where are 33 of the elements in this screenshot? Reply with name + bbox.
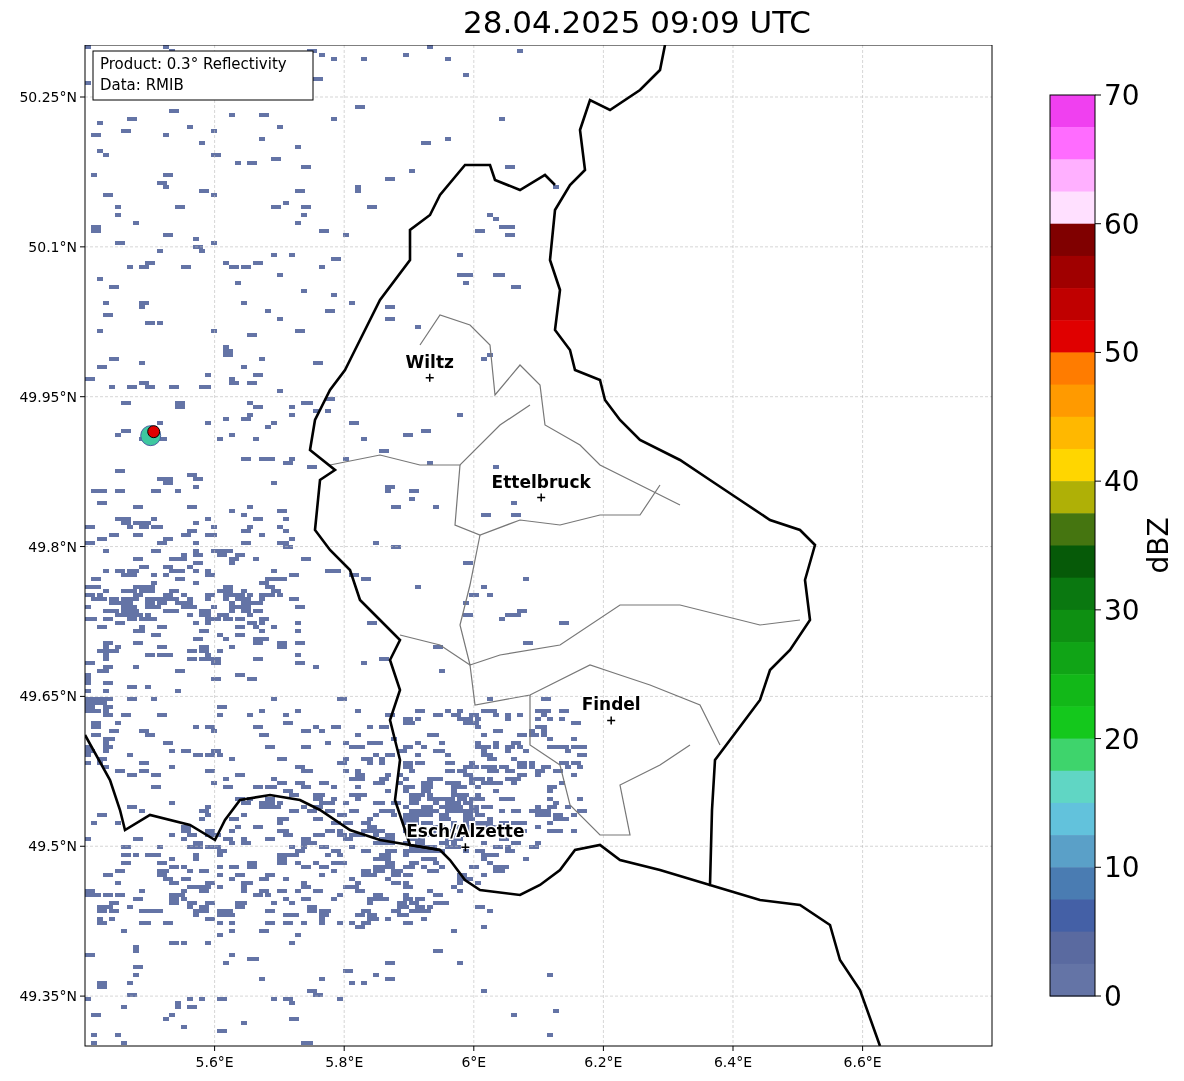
info-text: Data: RMIB (100, 76, 184, 94)
colorbar-tick-label: 70 (1104, 79, 1140, 112)
x-tick-label: 6°E (461, 1054, 487, 1070)
colorbar-tick-label: 60 (1104, 207, 1140, 241)
city-marker-icon (425, 372, 435, 383)
x-tick-label: 6.4°E (713, 1054, 753, 1070)
x-tick-label: 6.2°E (584, 1054, 623, 1070)
y-tick-label: 49.8°N (28, 538, 77, 555)
info-text: Product: 0.3° Reflectivity (100, 55, 287, 73)
y-tick-label: 50.1°N (28, 238, 77, 255)
colorbar-tick-label: 40 (1104, 465, 1140, 499)
colorbar-tick-label: 50 (1104, 336, 1140, 370)
y-tick-label: 49.65°N (19, 688, 77, 705)
city-label: Findel (581, 694, 641, 715)
colorbar-label: dBZ (1142, 517, 1175, 574)
y-tick-label: 50.25°N (19, 89, 77, 105)
colorbar-tick-label: 0 (1104, 980, 1122, 1013)
colorbar-tick-label: 20 (1104, 722, 1140, 756)
city-marker-icon (606, 715, 616, 726)
y-tick-label: 49.5°N (28, 838, 77, 855)
plot-title: 28.04.2025 09:09 UTC (463, 7, 811, 38)
colorbar-tick-label: 30 (1104, 593, 1140, 627)
city-marker-icon (460, 842, 471, 852)
x-tick-label: 6.6°E (843, 1054, 882, 1070)
x-tick-label: 5.6°E (195, 1054, 234, 1070)
radar-site-icon (140, 425, 162, 447)
city-marker-icon (536, 492, 546, 503)
y-tick-label: 49.35°N (19, 988, 77, 1005)
colorbar-tick-label: 10 (1104, 851, 1140, 885)
city-label: Wiltz (405, 351, 454, 372)
y-tick-label: 49.95°N (19, 388, 77, 405)
city-label: Ettelbruck (491, 471, 591, 492)
x-tick-label: 5.8°E (325, 1054, 364, 1070)
